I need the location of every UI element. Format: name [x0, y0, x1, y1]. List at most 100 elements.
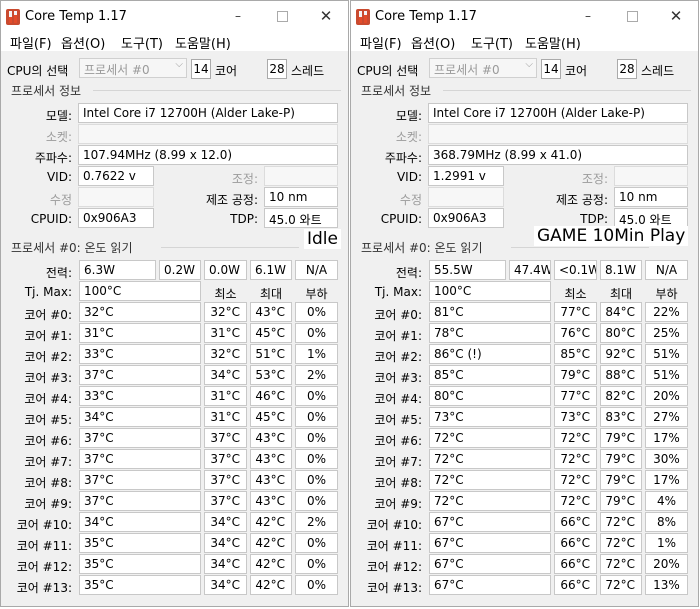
close-button[interactable]: ✕ [304, 1, 348, 31]
power-value: 8.1W [600, 260, 642, 280]
model-value: Intel Core i7 12700H (Alder Lake-P) [428, 103, 688, 123]
core-min-value: 85°C [554, 344, 597, 364]
core-temp-value: 72°C [429, 428, 551, 448]
core-temp-value: 37°C [79, 449, 201, 469]
processor-select[interactable]: 프로세서 #0 ⌵ [79, 58, 187, 78]
core-label: 코어 #12: [366, 560, 422, 574]
core-min-value: 34°C [204, 554, 247, 574]
core-max-value: 80°C [600, 323, 642, 343]
close-button[interactable]: ✕ [654, 1, 698, 31]
core-temp-value: 31°C [79, 323, 201, 343]
core-temp-value: 37°C [79, 428, 201, 448]
modulation-label: 조정: [231, 172, 258, 186]
frequency-label: 주파수: [34, 151, 72, 165]
core-temp-value: 33°C [79, 386, 201, 406]
core-label: 코어 #9: [24, 497, 72, 511]
window-title: Core Temp 1.17 [25, 9, 127, 24]
core-max-value: 72°C [600, 533, 642, 553]
processor-select[interactable]: 프로세서 #0 ⌵ [429, 58, 537, 78]
power-value: N/A [645, 260, 688, 280]
cpu-select-label: CPU의 선택 [357, 64, 419, 78]
cpuid-value: 0x906A3 [428, 208, 504, 228]
core-load-value: 8% [645, 512, 688, 532]
tjmax-value: 100°C [79, 281, 201, 301]
socket-label: 소켓: [45, 130, 72, 144]
menu-options[interactable]: 옵션(O) [61, 33, 105, 52]
cores-count: 14 [541, 59, 561, 79]
menu-tools[interactable]: 도구(T) [471, 33, 513, 52]
vid-label: VID: [396, 170, 422, 184]
core-label: 코어 #0: [374, 308, 422, 322]
menu-help[interactable]: 도움말(H) [525, 33, 581, 52]
core-temp-value: 32°C [79, 302, 201, 322]
temperature-group-title: 프로세서 #0: 온도 읽기 [11, 241, 133, 255]
menu-file[interactable]: 파일(F) [360, 33, 402, 52]
lithography-label: 제조 공정: [205, 193, 258, 207]
core-label: 코어 #13: [16, 581, 72, 595]
core-load-value: 13% [645, 575, 688, 595]
core-min-value: 66°C [554, 575, 597, 595]
cpu-select-label: CPU의 선택 [7, 64, 69, 78]
core-max-value: 72°C [600, 512, 642, 532]
power-value: 6.3W [79, 260, 156, 280]
core-temp-window-idle: Core Temp 1.17 – ✕ 파일(F) 옵션(O) 도구(T) 도움말(H) CPU… [0, 0, 349, 607]
core-max-value: 72°C [600, 575, 642, 595]
core-max-value: 43°C [250, 470, 292, 490]
core-min-value: 31°C [204, 386, 247, 406]
core-min-value: 77°C [554, 386, 597, 406]
core-load-value: 0% [295, 554, 338, 574]
core-label: 코어 #3: [374, 371, 422, 385]
core-load-value: 4% [645, 491, 688, 511]
load-column-header: 부하 [655, 287, 678, 301]
group-line [443, 90, 691, 91]
minimize-button[interactable]: – [216, 1, 260, 31]
core-min-value: 72°C [554, 470, 597, 490]
core-load-value: 0% [295, 428, 338, 448]
power-value: <0.1W [554, 260, 597, 280]
core-load-value: 51% [645, 344, 688, 364]
cores-label: 코어 [215, 64, 238, 78]
maximize-button[interactable] [610, 1, 654, 31]
core-max-value: 42°C [250, 512, 292, 532]
core-temp-value: 35°C [79, 554, 201, 574]
core-load-value: 0% [295, 386, 338, 406]
maximize-button[interactable] [260, 1, 304, 31]
close-icon: ✕ [319, 7, 333, 25]
core-min-value: 66°C [554, 554, 597, 574]
core-temp-app-icon [6, 9, 20, 25]
core-load-value: 25% [645, 323, 688, 343]
core-temp-value: 85°C [429, 365, 551, 385]
core-max-value: 43°C [250, 491, 292, 511]
core-label: 코어 #10: [16, 518, 72, 532]
core-temp-value: 67°C [429, 533, 551, 553]
core-max-value: 42°C [250, 533, 292, 553]
menu-file[interactable]: 파일(F) [10, 33, 52, 52]
lithography-value: 10 nm [614, 187, 688, 207]
threads-count: 28 [267, 59, 287, 79]
core-temp-value: 67°C [429, 575, 551, 595]
core-label: 코어 #12: [16, 560, 72, 574]
minimize-button[interactable]: – [566, 1, 610, 31]
menu-options[interactable]: 옵션(O) [411, 33, 455, 52]
tjmax-label: Tj. Max: [374, 285, 422, 299]
core-max-value: 51°C [250, 344, 292, 364]
close-icon: ✕ [669, 7, 683, 25]
core-min-value: 72°C [554, 449, 597, 469]
core-min-value: 77°C [554, 302, 597, 322]
core-label: 코어 #2: [24, 350, 72, 364]
core-temp-value: 34°C [79, 512, 201, 532]
menu-tools[interactable]: 도구(T) [121, 33, 163, 52]
modulation-value [614, 166, 688, 186]
processor-select-value: 프로세서 #0 [84, 63, 150, 77]
tjmax-value: 100°C [429, 281, 551, 301]
core-max-value: 46°C [250, 386, 292, 406]
modulation-label: 조정: [581, 172, 608, 186]
core-load-value: 1% [645, 533, 688, 553]
core-min-value: 31°C [204, 407, 247, 427]
core-min-value: 72°C [554, 491, 597, 511]
frequency-value: 368.79MHz (8.99 x 41.0) [428, 145, 688, 165]
core-max-value: 42°C [250, 575, 292, 595]
menu-help[interactable]: 도움말(H) [175, 33, 231, 52]
core-temp-value: 78°C [429, 323, 551, 343]
power-value: 55.5W [429, 260, 506, 280]
